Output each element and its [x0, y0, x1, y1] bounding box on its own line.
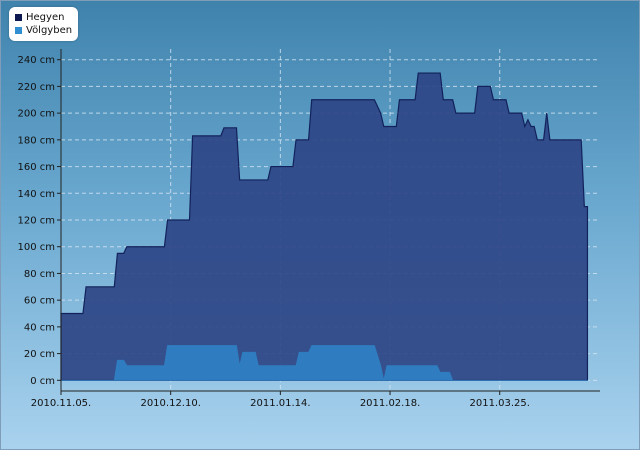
- snow-depth-chart: 0 cm 20 cm 40 cm 60 cm 80 cm 100 cm 120 cm 140 …: [17, 49, 600, 409]
- y-tick-label: 80 cm: [24, 269, 55, 280]
- legend-swatch-volgyben: [15, 27, 22, 34]
- y-tick-label: 200 cm: [17, 109, 55, 120]
- x-tick-label: 2010.11.05.: [31, 398, 91, 409]
- y-tick-label: 60 cm: [24, 296, 55, 307]
- y-tick-label: 0 cm: [30, 376, 55, 387]
- y-tick-label: 240 cm: [17, 55, 55, 66]
- y-tick-label: 120 cm: [17, 216, 55, 227]
- y-tick-label: 140 cm: [17, 189, 55, 200]
- x-tick-label: 2010.12.10.: [140, 398, 200, 409]
- legend-item-volgyben[interactable]: Völgyben: [15, 24, 72, 37]
- x-tick-label: 2011.01.14.: [250, 398, 310, 409]
- legend-label-volgyben: Völgyben: [26, 25, 73, 36]
- x-tick-label: 2011.02.18.: [360, 398, 420, 409]
- x-tick-label: 2011.03.25.: [470, 398, 530, 409]
- legend-label-hegyen: Hegyen: [26, 12, 65, 23]
- series-area-hegyen: [60, 72, 589, 381]
- legend-item-hegyen[interactable]: Hegyen: [15, 11, 72, 24]
- legend: Hegyen Völgyben: [9, 7, 79, 41]
- y-tick-label: 180 cm: [17, 135, 55, 146]
- y-tick-label: 20 cm: [24, 349, 55, 360]
- y-tick-label: 160 cm: [17, 162, 55, 173]
- series-layer: [60, 72, 589, 381]
- legend-swatch-hegyen: [15, 14, 22, 21]
- y-tick-label: 220 cm: [17, 82, 55, 93]
- chart-panel: 0 cm 20 cm 40 cm 60 cm 80 cm 100 cm 120 cm 140 …: [0, 0, 640, 450]
- y-tick-label: 40 cm: [24, 322, 55, 333]
- y-tick-label: 100 cm: [17, 242, 55, 253]
